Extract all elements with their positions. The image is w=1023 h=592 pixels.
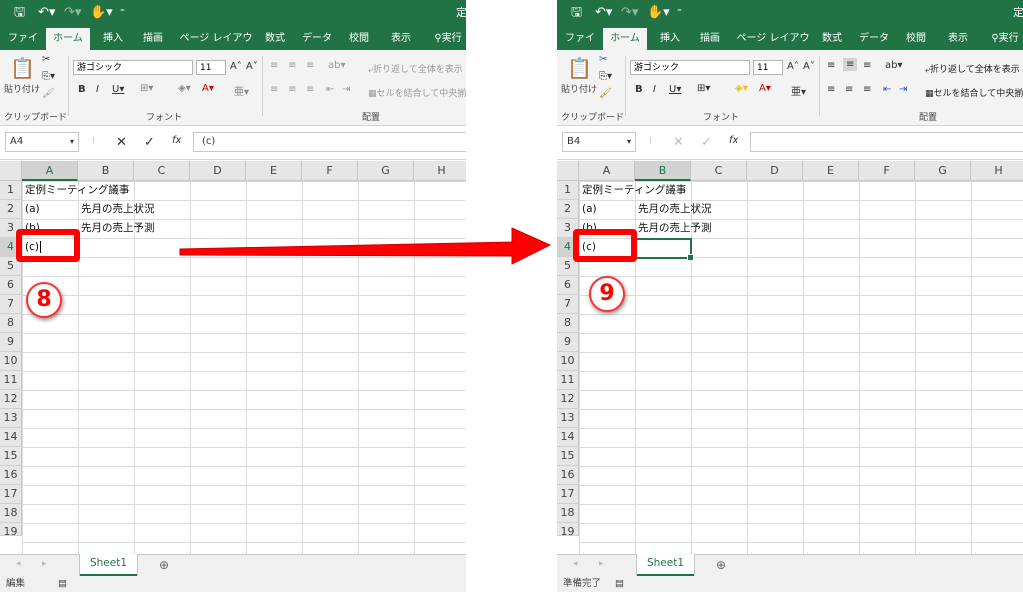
transition-arrow — [179, 227, 552, 265]
arrow-shape — [179, 227, 552, 265]
